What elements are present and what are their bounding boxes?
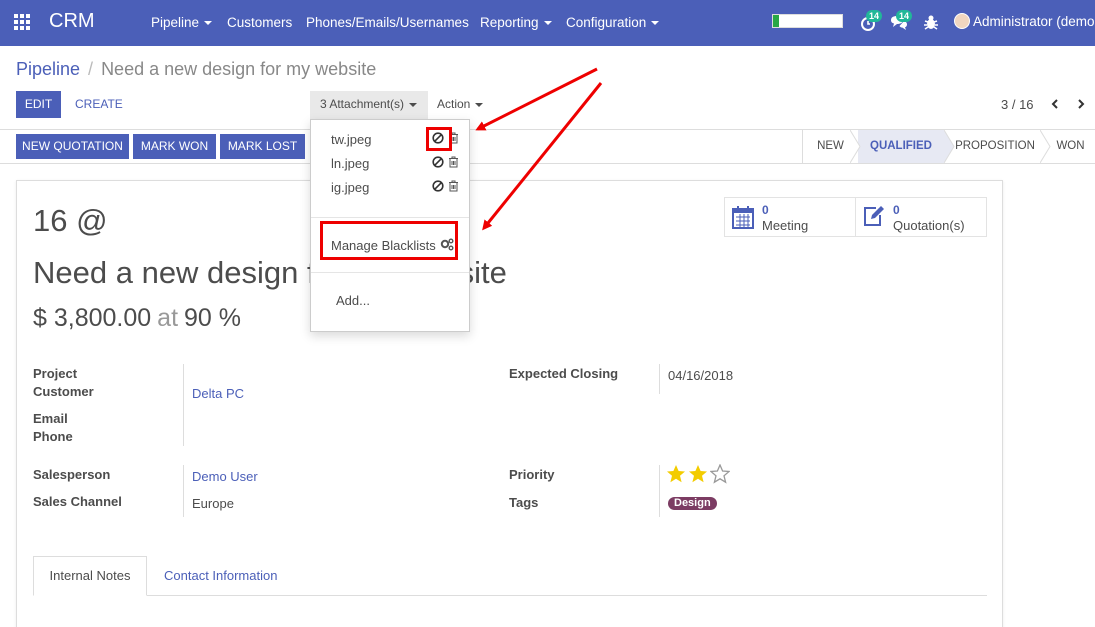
annotation-arrows bbox=[475, 67, 603, 231]
